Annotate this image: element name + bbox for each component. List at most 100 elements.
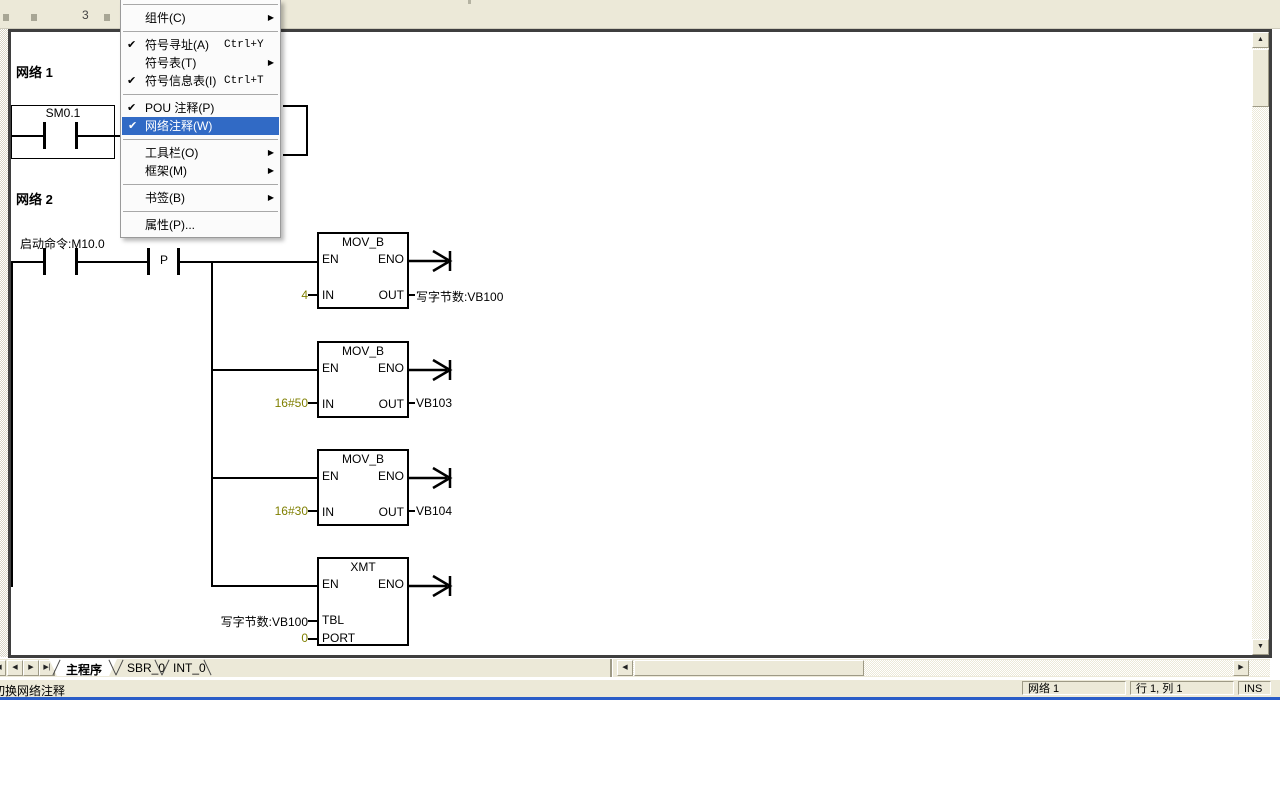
pin-in: IN bbox=[322, 397, 334, 411]
xmt-block[interactable]: XMT EN ENO TBL PORT bbox=[317, 557, 409, 646]
pin-en: EN bbox=[322, 361, 339, 375]
menu-separator bbox=[123, 4, 278, 5]
menu-item-symbol-addressing[interactable]: ✔ 符号寻址(A) Ctrl+Y bbox=[121, 36, 280, 54]
contact-operand-m100[interactable]: 启动命令:M10.0 bbox=[20, 235, 105, 252]
menu-item-label: 符号信息表(I) bbox=[145, 74, 216, 88]
out-operand[interactable]: VB103 bbox=[416, 396, 452, 410]
hidden-box-edge bbox=[306, 105, 308, 156]
menu-separator bbox=[123, 211, 278, 212]
in-value[interactable]: 16#30 bbox=[221, 504, 308, 518]
pin-eno: ENO bbox=[378, 361, 404, 375]
tbl-operand[interactable]: 写字节数:VB100 bbox=[131, 613, 308, 630]
out-operand[interactable]: VB104 bbox=[416, 504, 452, 518]
menu-item-toolbars[interactable]: 工具栏(O) ▶ bbox=[121, 144, 280, 162]
pin-eno: ENO bbox=[378, 469, 404, 483]
block-title: XMT bbox=[319, 560, 407, 574]
hscroll-left-button[interactable]: ◀ bbox=[617, 660, 633, 676]
mov-b-block-2[interactable]: MOV_B EN ENO IN OUT bbox=[317, 341, 409, 418]
menu-item-bookmarks[interactable]: 书签(B) ▶ bbox=[121, 189, 280, 207]
scrollbar-track[interactable] bbox=[1252, 48, 1269, 639]
in-value[interactable]: 4 bbox=[251, 288, 308, 302]
pin-out: OUT bbox=[379, 505, 404, 519]
menu-separator bbox=[123, 94, 278, 95]
pin-stub bbox=[409, 294, 415, 296]
eno-open-arrow bbox=[409, 465, 465, 491]
menu-item-label: 属性(P)... bbox=[145, 218, 195, 232]
pin-stub bbox=[308, 638, 317, 640]
menu-item-label: 网络注释(W) bbox=[145, 119, 212, 133]
network2-label: 网络 2 bbox=[16, 189, 53, 208]
pin-out: OUT bbox=[379, 288, 404, 302]
submenu-arrow-icon: ▶ bbox=[268, 144, 274, 162]
in-value[interactable]: 16#50 bbox=[221, 396, 308, 410]
check-icon: ✔ bbox=[128, 117, 137, 135]
mov-b-block-3[interactable]: MOV_B EN ENO IN OUT bbox=[317, 449, 409, 526]
out-operand[interactable]: 写字节数:VB100 bbox=[416, 288, 503, 305]
menu-item-label: 组件(C) bbox=[145, 11, 186, 25]
toolbar-zoom-fragment: 3 bbox=[82, 8, 89, 22]
edge-contact-bar[interactable] bbox=[147, 248, 150, 275]
tab-prev-button[interactable]: ◀ bbox=[7, 660, 23, 676]
contact-operand-sm01[interactable]: SM0.1 bbox=[33, 106, 93, 120]
scroll-up-button[interactable]: ▲ bbox=[1252, 32, 1269, 48]
menu-item-frame[interactable]: 框架(M) ▶ bbox=[121, 162, 280, 180]
hscrollbar-thumb[interactable] bbox=[634, 660, 864, 676]
port-value[interactable]: 0 bbox=[251, 631, 308, 645]
window-border-bottom bbox=[0, 697, 1280, 700]
menu-item-label: 框架(M) bbox=[145, 164, 187, 178]
network1-label: 网络 1 bbox=[16, 62, 53, 81]
pin-en: EN bbox=[322, 577, 339, 591]
toolbar-button-fragment bbox=[31, 14, 37, 21]
menu-item-properties[interactable]: 属性(P)... bbox=[121, 216, 280, 234]
branch-wire bbox=[211, 261, 213, 587]
menu-item-symbol-info-table[interactable]: ✔ 符号信息表(I) Ctrl+T bbox=[121, 72, 280, 90]
pin-stub bbox=[409, 402, 415, 404]
toolbar-button-fragment bbox=[104, 14, 110, 21]
menu-item-network-comments[interactable]: ✔ 网络注释(W) bbox=[122, 117, 279, 135]
tab-int0[interactable]: INT_0 bbox=[173, 661, 206, 675]
menu-item-components[interactable]: 组件(C) ▶ bbox=[121, 9, 280, 27]
pin-stub bbox=[409, 510, 415, 512]
menu-shortcut: Ctrl+Y bbox=[224, 36, 264, 54]
edge-contact-label[interactable]: P bbox=[152, 253, 176, 267]
wire bbox=[11, 135, 44, 137]
pin-eno: ENO bbox=[378, 577, 404, 591]
eno-open-arrow bbox=[409, 573, 465, 599]
hscroll-right-button[interactable]: ▶ bbox=[1233, 660, 1249, 676]
check-icon: ✔ bbox=[127, 36, 136, 54]
menu-item-label: 书签(B) bbox=[145, 191, 185, 205]
wire bbox=[11, 261, 44, 263]
pin-port: PORT bbox=[322, 631, 355, 645]
wire bbox=[211, 369, 318, 371]
tab-next-button[interactable]: ▶ bbox=[23, 660, 39, 676]
contact-bar[interactable] bbox=[43, 248, 46, 275]
menu-item-symbol-table[interactable]: 符号表(T) ▶ bbox=[121, 54, 280, 72]
menu-separator bbox=[123, 184, 278, 185]
menu-item-label: 符号表(T) bbox=[145, 56, 196, 70]
tab-panel-edge bbox=[610, 659, 613, 677]
scrollbar-thumb[interactable] bbox=[1252, 49, 1269, 107]
tab-first-button[interactable]: |◀ bbox=[0, 660, 6, 676]
pin-in: IN bbox=[322, 288, 334, 302]
pin-tbl: TBL bbox=[322, 613, 344, 627]
pin-out: OUT bbox=[379, 397, 404, 411]
contact-bar[interactable] bbox=[43, 122, 46, 149]
vertical-scrollbar[interactable]: ▲ ▼ bbox=[1252, 32, 1269, 655]
scroll-down-button[interactable]: ▼ bbox=[1252, 639, 1269, 655]
pin-stub bbox=[308, 294, 317, 296]
hidden-box-edge bbox=[283, 154, 308, 156]
status-ins-mode: INS bbox=[1238, 681, 1271, 695]
wire bbox=[180, 261, 318, 263]
block-title: MOV_B bbox=[319, 235, 407, 249]
check-icon: ✔ bbox=[127, 99, 136, 117]
menu-item-label: 工具栏(O) bbox=[145, 146, 198, 160]
mov-b-block-1[interactable]: MOV_B EN ENO IN OUT bbox=[317, 232, 409, 309]
menu-separator bbox=[123, 31, 278, 32]
eno-open-arrow bbox=[409, 357, 465, 383]
tab-main-program[interactable]: 主程序 bbox=[66, 661, 102, 678]
power-rail bbox=[11, 261, 13, 587]
menu-item-pou-comments[interactable]: ✔ POU 注释(P) bbox=[121, 99, 280, 117]
eno-open-arrow bbox=[409, 248, 465, 274]
hidden-box-edge bbox=[283, 105, 308, 107]
check-icon: ✔ bbox=[127, 72, 136, 90]
